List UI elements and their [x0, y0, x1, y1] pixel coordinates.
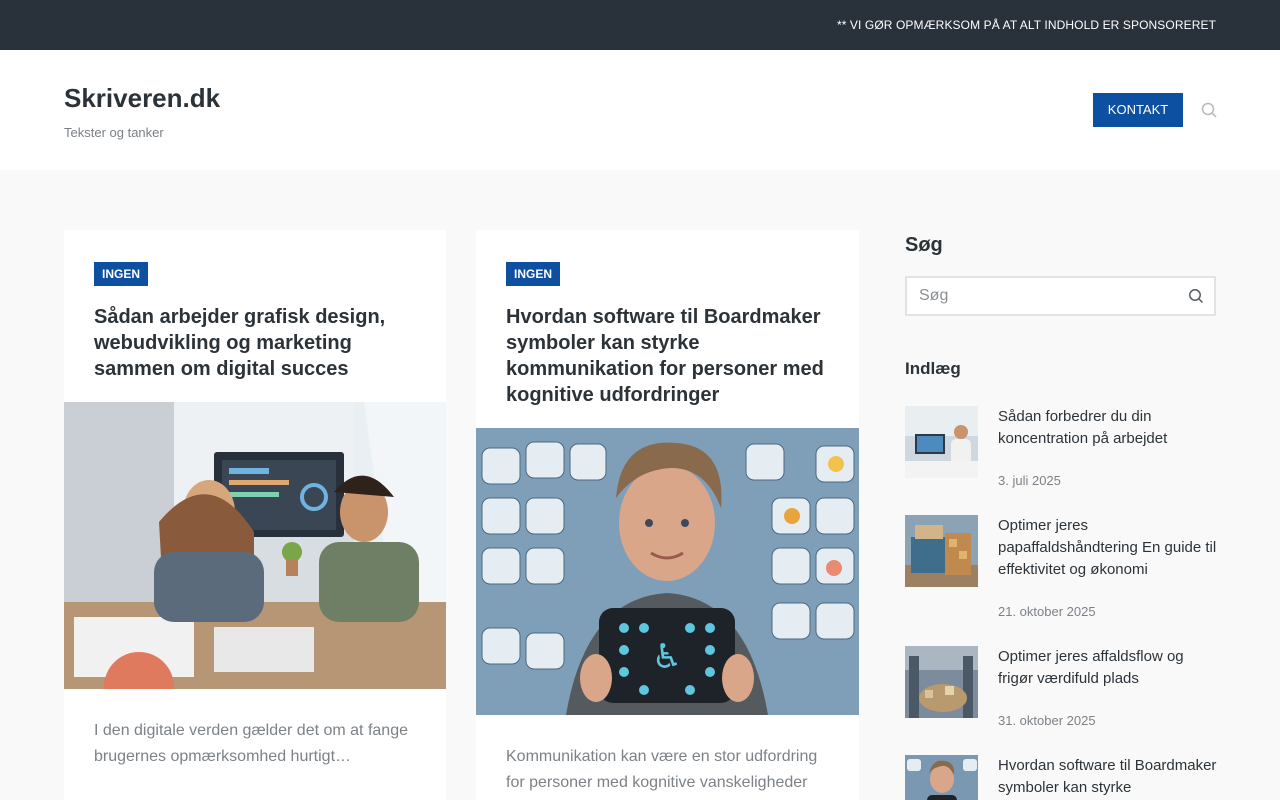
- article-excerpt: I den digitale verden gælder det om at f…: [94, 722, 408, 765]
- article-title[interactable]: Sådan arbejder grafisk design, webudvikl…: [94, 304, 424, 382]
- article-card: INGEN Hvordan software til Boardmaker sy…: [476, 230, 859, 800]
- site-tagline: Tekster og tanker: [64, 125, 164, 140]
- article-excerpt: Kommunikation kan være en stor udfordrin…: [506, 748, 818, 791]
- post-title[interactable]: Optimer jeres papaffaldshåndtering En gu…: [998, 515, 1218, 581]
- post-thumbnail[interactable]: [905, 406, 978, 478]
- post-date: 21. oktober 2025: [998, 604, 1096, 619]
- post-date: 31. oktober 2025: [998, 713, 1096, 728]
- post-date: 3. juli 2025: [998, 473, 1061, 488]
- category-badge[interactable]: INGEN: [506, 262, 561, 286]
- site-title[interactable]: Skriveren.dk: [64, 83, 220, 114]
- search-icon[interactable]: [1188, 288, 1204, 304]
- post-title[interactable]: Hvordan software til Boardmaker symboler…: [998, 755, 1218, 799]
- post-thumbnail[interactable]: [905, 755, 978, 800]
- article-card: INGEN Sådan arbejder grafisk design, web…: [64, 230, 446, 800]
- article-image[interactable]: [64, 402, 446, 689]
- post-thumbnail[interactable]: [905, 646, 978, 718]
- post-thumbnail[interactable]: [905, 515, 978, 587]
- category-badge[interactable]: INGEN: [94, 262, 149, 286]
- search-heading: Søg: [905, 234, 943, 256]
- article-image[interactable]: ♿: [476, 428, 859, 715]
- post-title[interactable]: Sådan forbedrer du din koncentration på …: [998, 406, 1218, 450]
- svg-text:♿: ♿: [652, 637, 682, 677]
- search-input[interactable]: [919, 286, 1169, 306]
- sponsored-notice: ** VI GØR OPMÆRKSOM PÅ AT ALT INDHOLD ER…: [836, 18, 1216, 32]
- posts-heading: Indlæg: [905, 359, 961, 378]
- topbar: ** VI GØR OPMÆRKSOM PÅ AT ALT INDHOLD ER…: [0, 0, 1280, 50]
- search-field: [905, 276, 1216, 316]
- article-title[interactable]: Hvordan software til Boardmaker symboler…: [506, 304, 837, 408]
- site-header: Skriveren.dk Tekster og tanker KONTAKT: [0, 50, 1280, 170]
- contact-button[interactable]: KONTAKT: [1093, 93, 1183, 127]
- post-title[interactable]: Optimer jeres affaldsflow og frigør værd…: [998, 646, 1218, 690]
- search-icon[interactable]: [1201, 102, 1217, 118]
